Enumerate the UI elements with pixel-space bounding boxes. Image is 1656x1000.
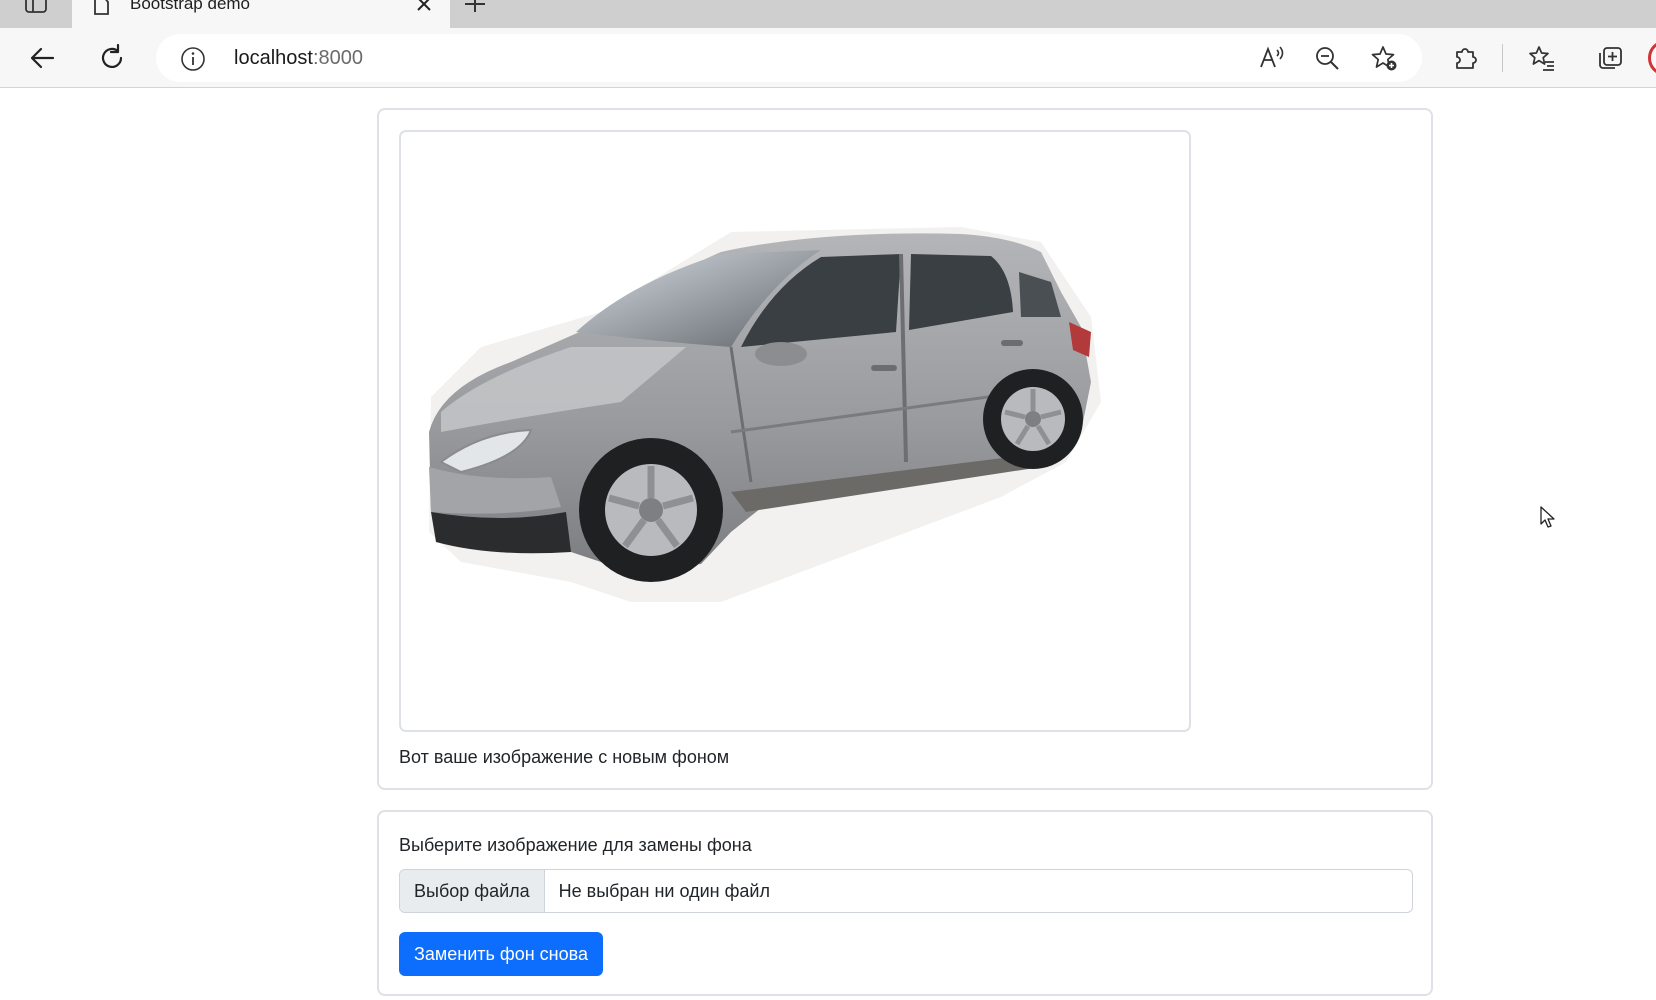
- choose-file-button[interactable]: Выбор файла: [400, 870, 545, 912]
- collections-icon[interactable]: [1592, 40, 1628, 76]
- plus-icon[interactable]: [462, 0, 488, 16]
- close-icon[interactable]: [414, 0, 434, 16]
- favorites-list-icon[interactable]: [1524, 40, 1560, 76]
- refresh-icon[interactable]: [94, 40, 130, 76]
- address-bar[interactable]: localhost:8000: [156, 34, 1422, 82]
- zoom-out-icon[interactable]: [1313, 44, 1341, 72]
- result-image: [399, 130, 1191, 732]
- upload-card: Выберите изображение для замены фона Выб…: [377, 810, 1433, 996]
- file-input[interactable]: Выбор файла Не выбран ни один файл: [399, 869, 1413, 913]
- read-aloud-icon[interactable]: [1258, 44, 1286, 72]
- mouse-cursor-icon: [1540, 506, 1556, 530]
- page-icon: [92, 0, 112, 16]
- profile-avatar[interactable]: [1648, 40, 1656, 76]
- result-card: Вот ваше изображение с новым фоном: [377, 108, 1433, 790]
- file-input-label: Выберите изображение для замены фона: [399, 835, 752, 855]
- url-text[interactable]: localhost:8000: [234, 47, 363, 70]
- tab-strip: Bootstrap demo: [0, 0, 1656, 28]
- sidebar-icon[interactable]: [24, 0, 50, 16]
- car-image: [429, 227, 1101, 602]
- back-arrow-icon[interactable]: [24, 40, 60, 76]
- replace-background-button[interactable]: Заменить фон снова: [399, 932, 603, 976]
- add-favorite-icon[interactable]: [1370, 44, 1398, 72]
- browser-toolbar: localhost:8000: [0, 28, 1656, 88]
- file-status-text: Не выбран ни один файл: [558, 880, 770, 901]
- toolbar-divider: [1502, 44, 1503, 72]
- browser-tab[interactable]: Bootstrap demo: [72, 0, 450, 28]
- url-host: localhost: [234, 47, 313, 69]
- result-caption: Вот ваше изображение с новым фоном: [399, 747, 730, 767]
- info-icon[interactable]: [180, 46, 206, 72]
- puzzle-icon[interactable]: [1448, 40, 1484, 76]
- tab-title: Bootstrap demo: [130, 0, 251, 13]
- url-port: :8000: [312, 47, 363, 69]
